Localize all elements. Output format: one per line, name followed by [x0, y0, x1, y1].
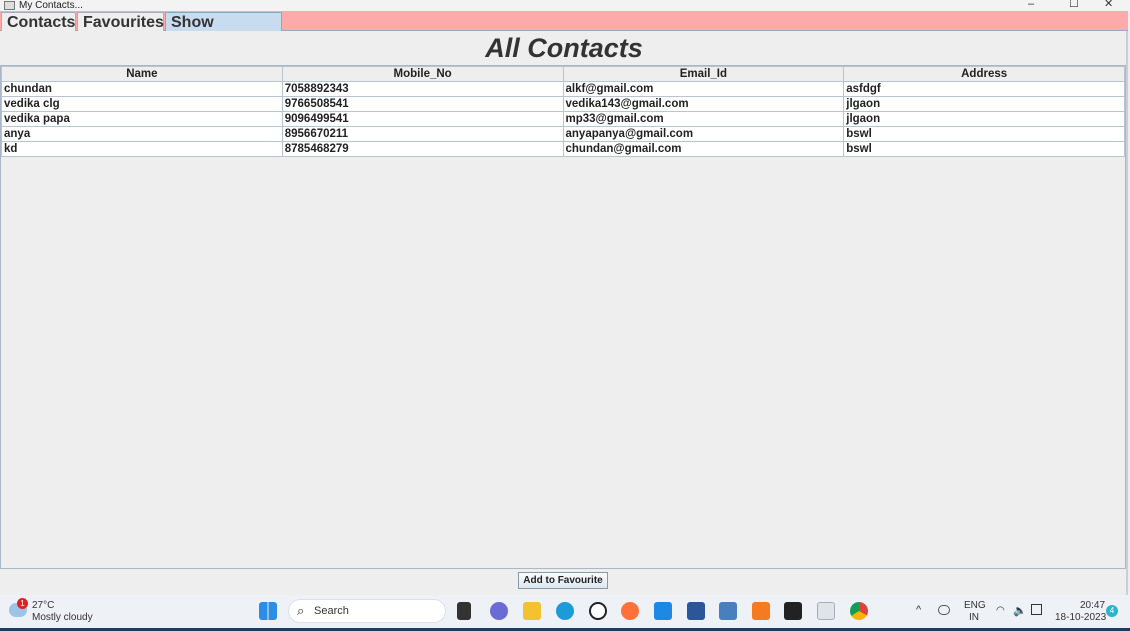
cell-email[interactable]: alkf@gmail.com — [562, 81, 845, 97]
maximize-button[interactable]: ☐ — [1069, 0, 1079, 10]
battery-icon[interactable] — [1031, 604, 1042, 615]
word-icon[interactable] — [687, 602, 705, 620]
weather-temp[interactable]: 27°C — [32, 600, 54, 611]
table-row[interactable]: vedika clg 9766508541 vedika143@gmail.com j… — [1, 96, 1125, 112]
tray-chevron-icon[interactable]: ^ — [916, 604, 921, 616]
cell-mobile[interactable]: 7058892343 — [281, 81, 564, 97]
app-icon-pad[interactable] — [719, 602, 737, 620]
cell-address[interactable]: jlgaon — [843, 96, 1125, 112]
tab-contacts[interactable]: Contacts — [1, 12, 76, 31]
column-header-email[interactable]: Email_Id — [562, 66, 845, 82]
tab-show-contacts[interactable]: Show Contacts — [165, 12, 282, 50]
close-button[interactable]: ✕ — [1104, 0, 1113, 10]
task-view-icon[interactable] — [457, 602, 471, 620]
cell-email[interactable]: vedika143@gmail.com — [562, 96, 845, 112]
app-icon — [4, 1, 15, 10]
cell-email[interactable]: mp33@gmail.com — [562, 111, 845, 127]
weather-desc[interactable]: Mostly cloudy — [32, 612, 93, 623]
cell-address[interactable]: bswl — [843, 141, 1125, 157]
vscode-icon[interactable] — [654, 602, 672, 620]
start-icon[interactable] — [259, 602, 277, 620]
cell-address[interactable]: jlgaon — [843, 111, 1125, 127]
dell-icon[interactable] — [589, 602, 607, 620]
contacts-table-scrollpane[interactable]: Name Mobile_No Email_Id Address chundan 7… — [0, 65, 1126, 569]
teams-chat-icon[interactable] — [490, 602, 508, 620]
table-row[interactable]: kd 8785468279 chundan@gmail.com bswl — [1, 141, 1125, 157]
column-header-mobile[interactable]: Mobile_No — [281, 66, 564, 82]
page-title: All Contacts — [485, 33, 643, 63]
cell-name[interactable]: anya — [1, 126, 283, 142]
terminal-icon[interactable] — [784, 602, 802, 620]
title-bar: My Contacts... – ☐ ✕ — [0, 0, 1130, 11]
cell-email[interactable]: anyapanya@gmail.com — [562, 126, 845, 142]
cell-name[interactable]: vedika papa — [1, 111, 283, 127]
weather-badge: 1 — [17, 598, 28, 609]
wifi-icon[interactable]: ◠ — [996, 605, 1005, 616]
clock-date[interactable]: 18-10-2023 — [1055, 612, 1106, 623]
cell-mobile[interactable]: 9096499541 — [281, 111, 564, 127]
contacts-table[interactable]: Name Mobile_No Email_Id Address chundan 7… — [1, 66, 1125, 157]
cell-email[interactable]: chundan@gmail.com — [562, 141, 845, 157]
table-row[interactable]: anya 8956670211 anyapanya@gmail.com bswl — [1, 126, 1125, 142]
tab-favourites[interactable]: Favourites — [77, 12, 164, 31]
show-contacts-panel: All Contacts Name Mobile_No Email_Id Add… — [0, 31, 1128, 595]
window-title: My Contacts... — [19, 0, 83, 11]
minimize-button[interactable]: – — [1028, 0, 1034, 10]
xampp-icon[interactable] — [752, 602, 770, 620]
edge-icon[interactable] — [556, 602, 574, 620]
cell-address[interactable]: asfdgf — [843, 81, 1125, 97]
search-box[interactable]: ⌕ Search — [288, 599, 446, 623]
table-row[interactable]: chundan 7058892343 alkf@gmail.com asfdgf — [1, 81, 1125, 97]
cell-mobile[interactable]: 8785468279 — [281, 141, 564, 157]
cell-name[interactable]: vedika clg — [1, 96, 283, 112]
table-row[interactable]: vedika papa 9096499541 mp33@gmail.com jlgao… — [1, 111, 1125, 127]
cell-mobile[interactable]: 8956670211 — [281, 126, 564, 142]
file-explorer-icon[interactable] — [523, 602, 541, 620]
firefox-icon[interactable] — [621, 602, 639, 620]
column-header-name[interactable]: Name — [1, 66, 283, 82]
volume-icon[interactable]: 🔈 — [1013, 604, 1027, 617]
cell-name[interactable]: kd — [1, 141, 283, 157]
chrome-icon[interactable] — [850, 602, 868, 620]
search-icon: ⌕ — [297, 603, 305, 618]
tab-bar: Contacts Favourites Show Contacts — [0, 11, 1128, 50]
notification-badge[interactable]: 4 — [1106, 605, 1118, 617]
column-header-address[interactable]: Address — [843, 66, 1125, 82]
language-label[interactable]: ENG — [964, 600, 986, 611]
onedrive-icon[interactable] — [938, 605, 950, 615]
cell-address[interactable]: bswl — [843, 126, 1125, 142]
taskbar: 1 27°C Mostly cloudy ⌕ Search ^ ENG IN ◠… — [0, 595, 1130, 628]
clock-time[interactable]: 20:47 — [1080, 600, 1105, 611]
java-icon[interactable] — [817, 602, 835, 620]
add-to-favourite-button[interactable]: Add to Favourite — [518, 572, 608, 589]
search-placeholder: Search — [314, 605, 349, 617]
cell-name[interactable]: chundan — [1, 81, 283, 97]
cell-mobile[interactable]: 9766508541 — [281, 96, 564, 112]
region-label[interactable]: IN — [969, 612, 979, 623]
